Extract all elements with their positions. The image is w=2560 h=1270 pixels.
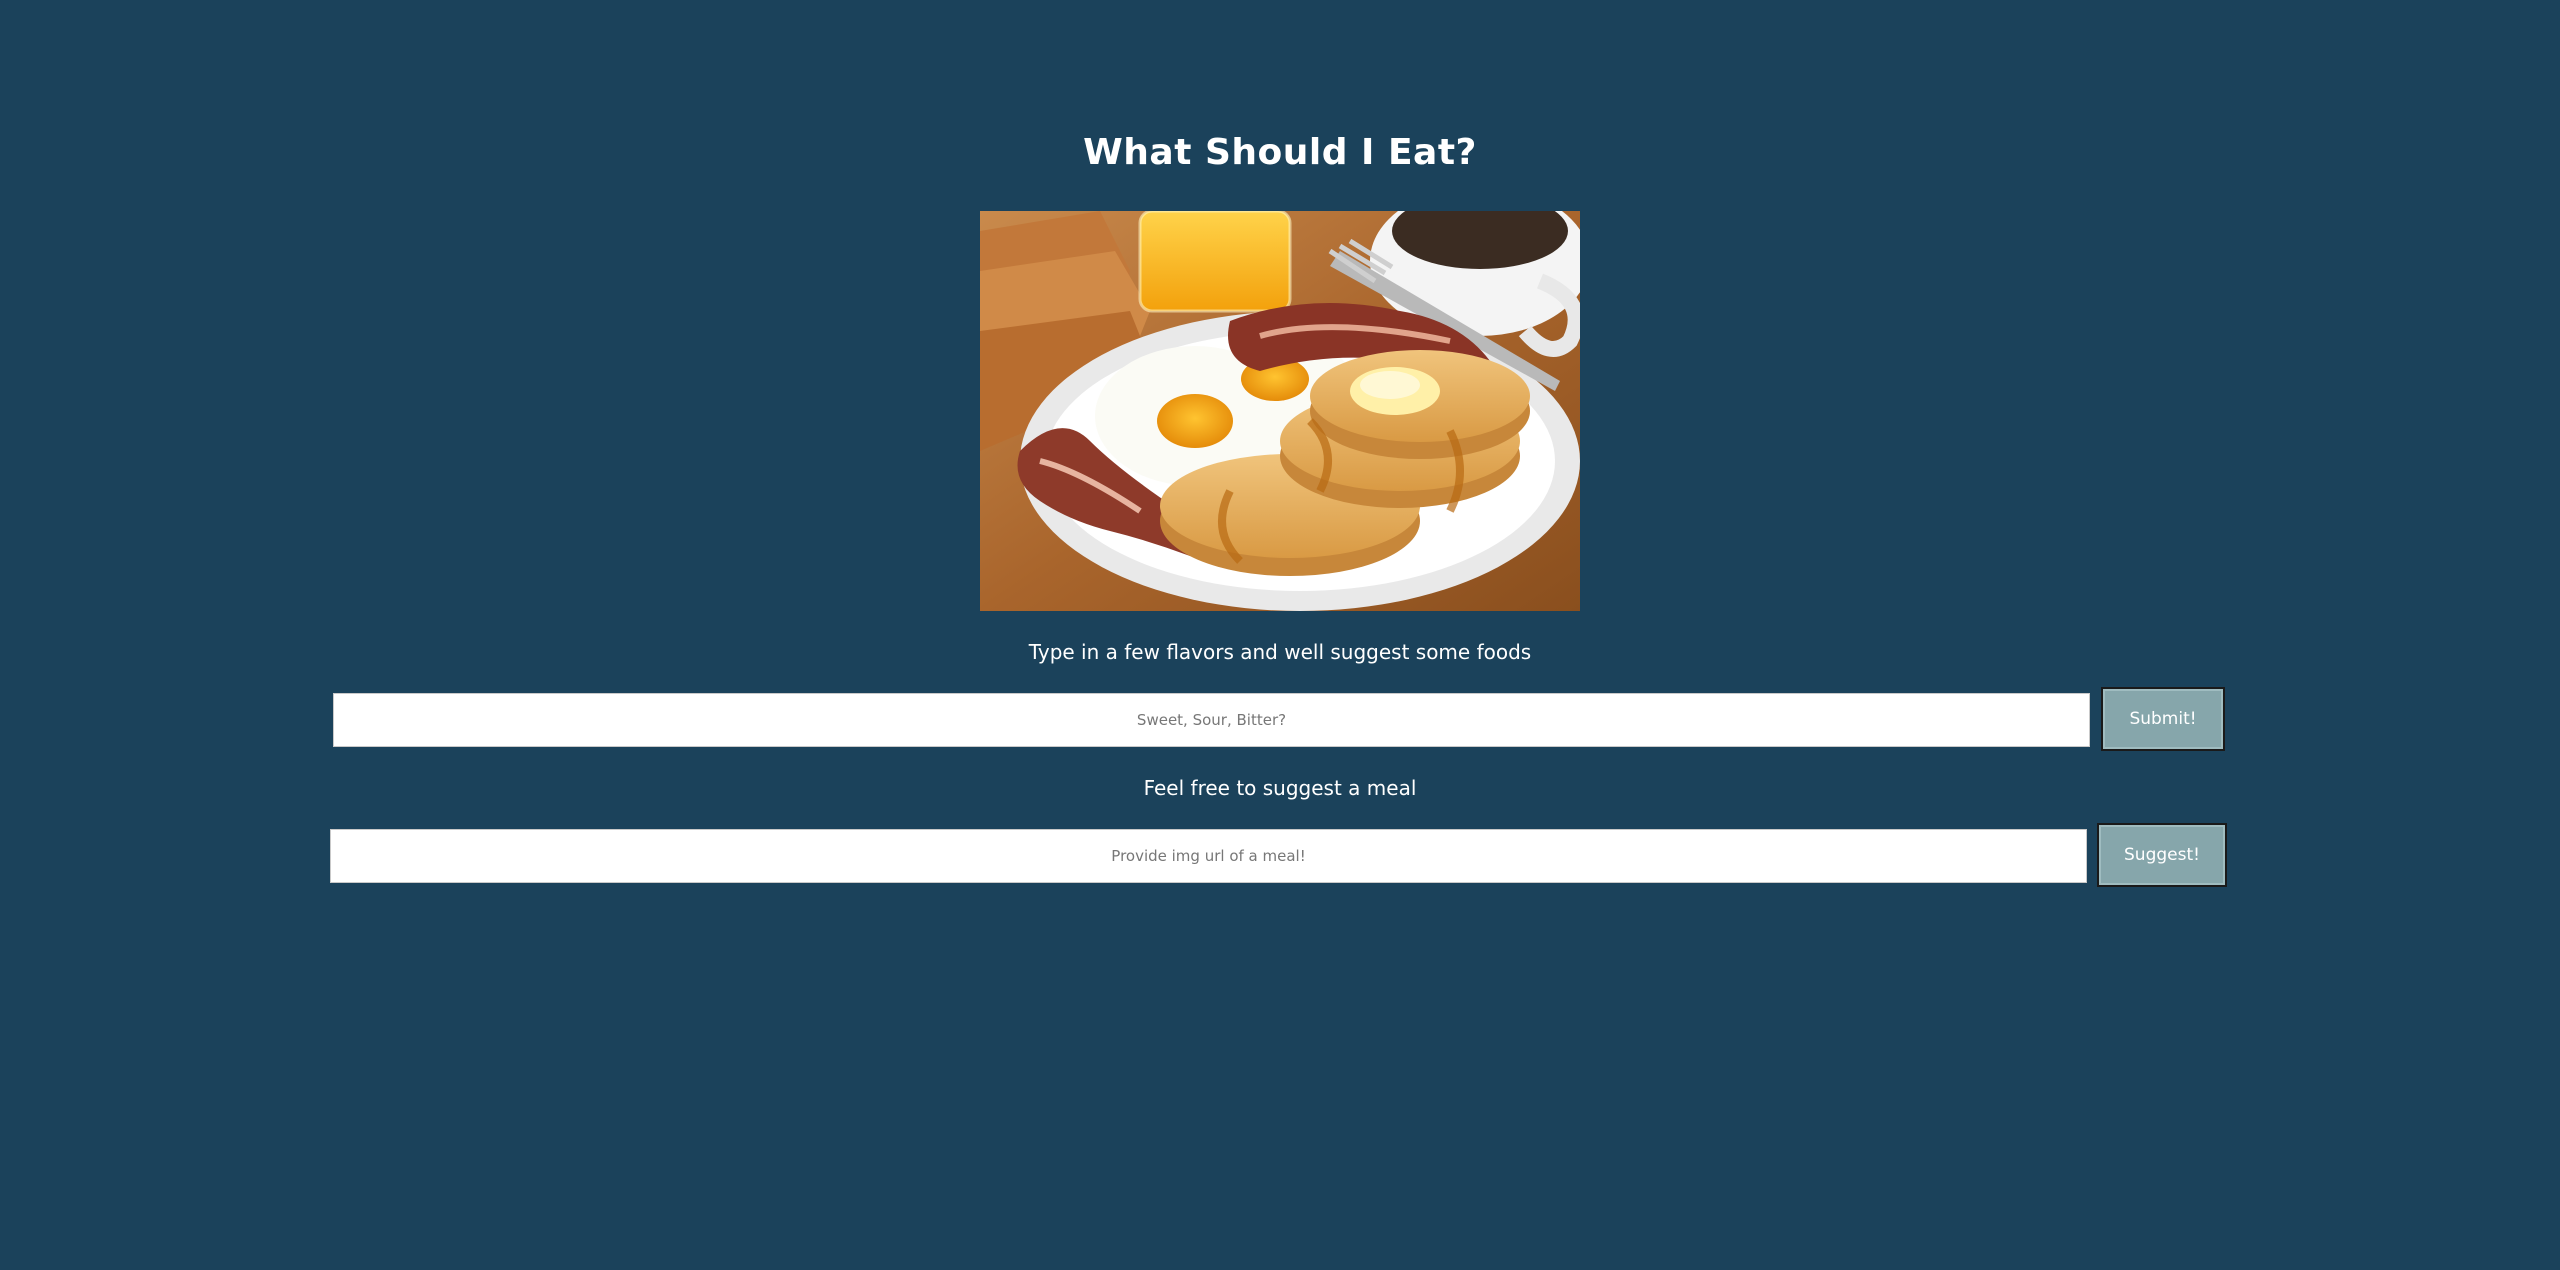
meal-url-input[interactable] bbox=[330, 829, 2087, 883]
flavor-input[interactable] bbox=[333, 693, 2090, 747]
page: What Should I Eat? Type in a few flavors… bbox=[0, 0, 2560, 1270]
flavor-prompt: Type in a few flavors and well suggest s… bbox=[1028, 640, 1532, 664]
meal-prompt: Feel free to suggest a meal bbox=[1143, 776, 1417, 800]
page-title: What Should I Eat? bbox=[1083, 132, 1477, 173]
breakfast-image bbox=[980, 211, 1580, 611]
submit-button[interactable]: Submit! bbox=[2101, 687, 2225, 751]
suggest-button[interactable]: Suggest! bbox=[2097, 823, 2227, 887]
breakfast-photo-icon bbox=[980, 211, 1580, 611]
